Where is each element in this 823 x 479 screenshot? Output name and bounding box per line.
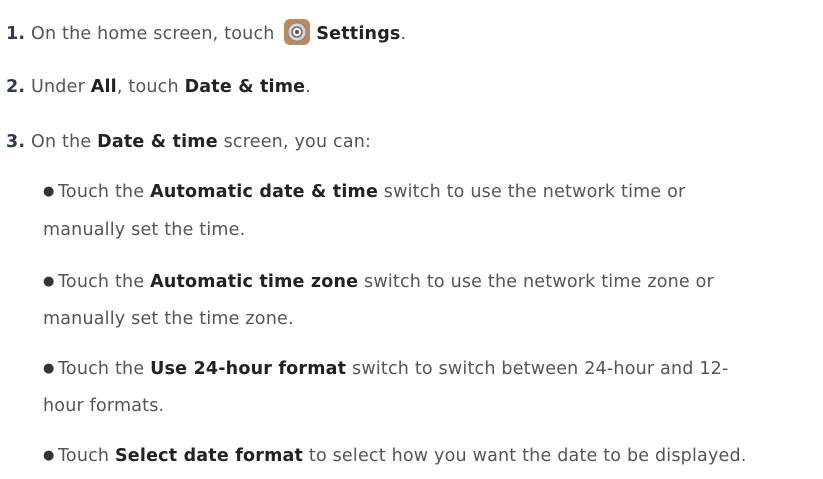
all-label: All: [90, 77, 117, 97]
bullet-text: Touch the: [58, 182, 151, 202]
step-text-end: .: [305, 77, 312, 97]
bullet-item-2: Touch the Automatic time zone switch to …: [58, 270, 714, 294]
bullet-dot: ●: [43, 361, 55, 376]
bullet-text: Touch the: [58, 272, 151, 292]
settings-label: Settings: [316, 24, 401, 44]
bullet-text-end: to select how you want the date to be di…: [303, 446, 747, 466]
option-label: Use 24-hour format: [150, 359, 347, 379]
step-number: 2.: [6, 77, 26, 97]
bullet-dot: ●: [43, 448, 55, 463]
bullet-text: Touch the: [58, 359, 151, 379]
instruction-page: 1. On the home screen, touch Settings. 2…: [0, 0, 823, 479]
bullet-item-1: Touch the Automatic date & time switch t…: [58, 180, 685, 204]
step-text: Under: [31, 77, 91, 97]
step-2: 2. Under All, touch Date & time.: [6, 75, 311, 99]
bullet-text: Touch: [58, 446, 115, 466]
step-text: On the: [31, 132, 98, 152]
bullet-item-2-cont: manually set the time zone.: [43, 309, 294, 329]
date-time-label: Date & time: [97, 132, 218, 152]
step-number: 3.: [6, 132, 26, 152]
option-label: Automatic time zone: [150, 272, 359, 292]
step-number: 1.: [6, 24, 26, 44]
option-label: Select date format: [115, 446, 304, 466]
bullet-text-end: switch to switch between 24-hour and 12-: [346, 359, 729, 379]
bullet-item-1-cont: manually set the time.: [43, 220, 246, 240]
bullet-dot: ●: [43, 274, 55, 289]
step-1: 1. On the home screen, touch Settings.: [6, 19, 406, 46]
option-label: Automatic date & time: [150, 182, 379, 202]
bullet-item-4: Touch Select date format to select how y…: [58, 444, 747, 468]
bullet-dot: ●: [43, 184, 55, 199]
bullet-item-3: Touch the Use 24-hour format switch to s…: [58, 357, 729, 381]
step-text-end: screen, you can:: [217, 132, 372, 152]
settings-gear-icon: [284, 19, 311, 45]
date-time-label: Date & time: [184, 77, 306, 97]
step-text-end: .: [400, 24, 407, 44]
step-text: On the home screen, touch: [31, 24, 275, 44]
bullet-text-end: switch to use the network time zone or: [358, 272, 714, 292]
bullet-text-end: switch to use the network time or: [378, 182, 686, 202]
step-3: 3. On the Date & time screen, you can:: [6, 130, 371, 154]
bullet-item-3-cont: hour formats.: [43, 396, 165, 416]
step-text-mid: , touch: [116, 77, 185, 97]
